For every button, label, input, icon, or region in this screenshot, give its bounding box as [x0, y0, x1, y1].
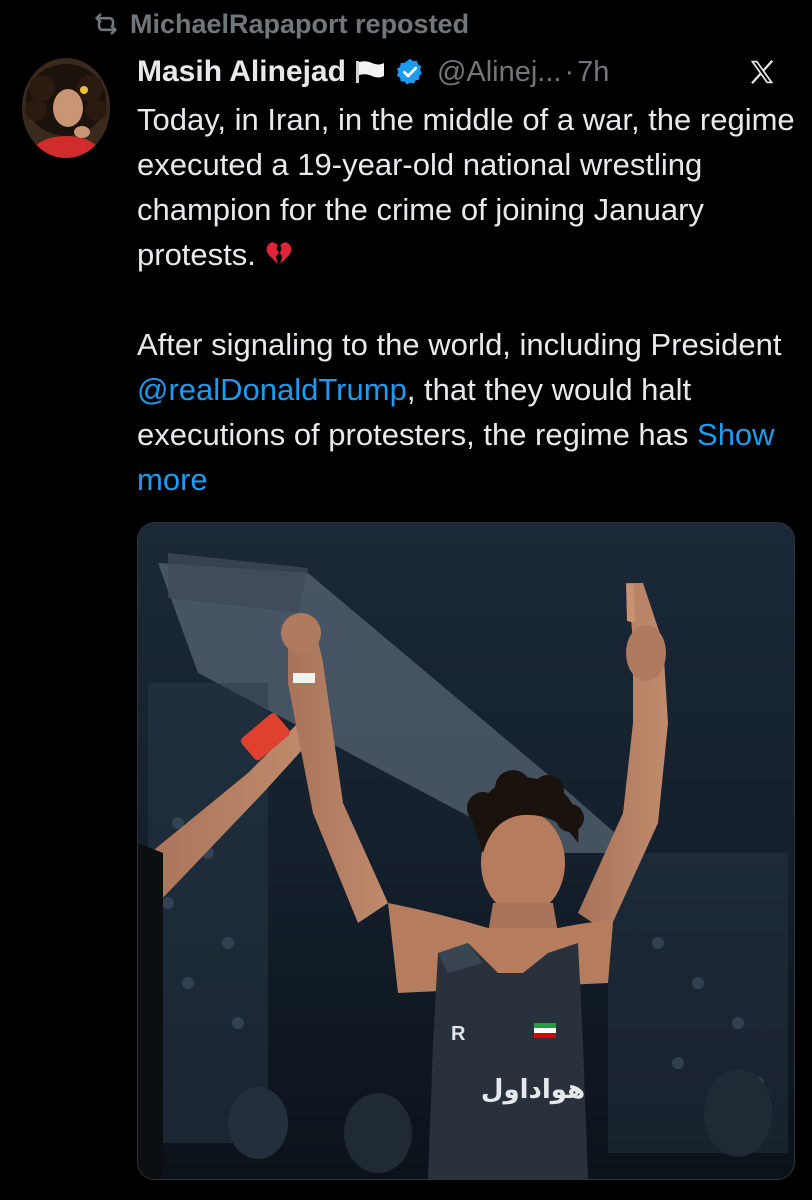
separator-dot: · — [564, 55, 575, 88]
white-flag-icon — [355, 61, 384, 83]
iran-flag-icon — [534, 1023, 556, 1038]
repost-label: MichaelRapaport reposted — [130, 8, 470, 39]
post-text: Today, in Iran, in the middle of a war, … — [137, 97, 797, 502]
post-image[interactable]: R هواداول — [137, 522, 795, 1180]
post-time[interactable]: 7h — [577, 56, 609, 89]
mention-link[interactable]: @realDonaldTrump — [137, 372, 407, 407]
repost-icon — [95, 13, 117, 35]
x-close-icon — [750, 59, 774, 85]
verified-badge-icon[interactable] — [395, 57, 425, 87]
post-paragraph-2: After signaling to the world, including … — [137, 327, 782, 497]
author-name[interactable]: Masih Alinejad — [137, 55, 346, 89]
avatar[interactable] — [22, 58, 110, 158]
broken-heart-icon — [266, 242, 292, 264]
post-paragraph-1: Today, in Iran, in the middle of a war, … — [137, 102, 795, 272]
author-handle[interactable]: @Alinej... — [437, 56, 562, 89]
x-close-button[interactable] — [742, 52, 782, 92]
singlet-logo: R — [451, 1023, 466, 1045]
post-header: Masih Alinejad @Alinej... · 7h — [137, 52, 792, 92]
singlet-text: هواداول — [481, 1075, 585, 1105]
repost-indicator[interactable]: MichaelRapaport reposted — [92, 6, 469, 42]
